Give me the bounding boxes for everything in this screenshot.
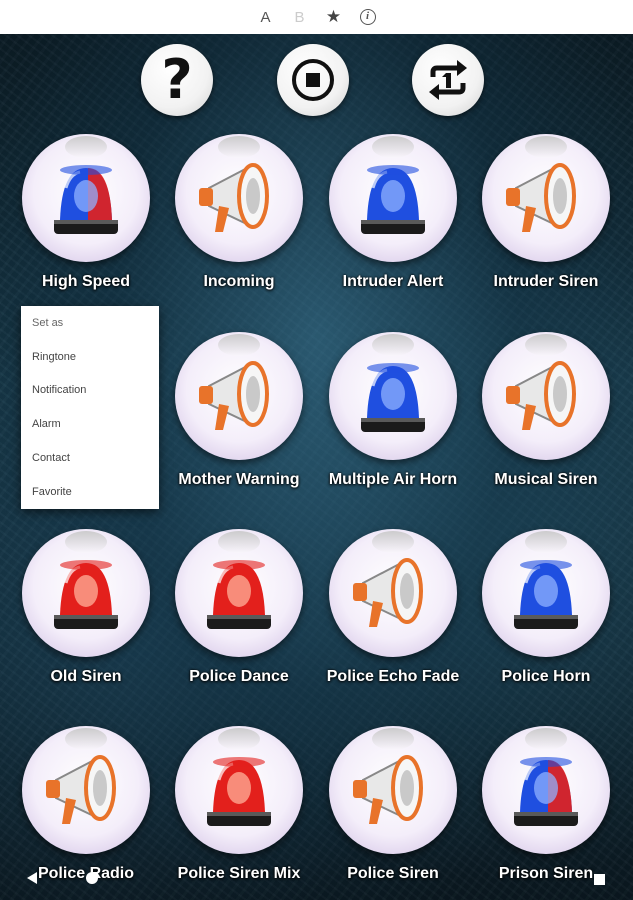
repeat-one-icon: [429, 60, 467, 100]
sound-play-button[interactable]: [175, 134, 303, 262]
sound-play-button[interactable]: [22, 726, 150, 854]
sound-label: Musical Siren: [494, 471, 598, 488]
sound-tile[interactable]: Police Dance: [164, 529, 314, 719]
sound-tile[interactable]: Police Siren Mix: [164, 726, 314, 900]
context-menu: Set as Ringtone Notification Alarm Conta…: [21, 306, 159, 509]
menu-item-contact[interactable]: Contact: [21, 441, 159, 475]
sound-play-button[interactable]: [329, 726, 457, 854]
sound-tile[interactable]: Intruder Siren: [471, 134, 621, 324]
sound-play-button[interactable]: [482, 332, 610, 460]
sound-label: Prison Siren: [498, 865, 594, 882]
font-b-button[interactable]: B: [292, 9, 308, 26]
stop-button[interactable]: [277, 44, 349, 116]
sound-label: Multiple Air Horn: [328, 471, 458, 488]
sound-play-button[interactable]: [329, 134, 457, 262]
sound-play-button[interactable]: [329, 529, 457, 657]
sound-play-button[interactable]: [482, 726, 610, 854]
font-a-button[interactable]: A: [258, 9, 274, 26]
menu-item-favorite[interactable]: Favorite: [21, 475, 159, 509]
sound-tile[interactable]: Police Horn: [471, 529, 621, 719]
sound-label: High Speed: [41, 273, 130, 290]
sound-tile[interactable]: Police Siren: [318, 726, 468, 900]
sound-tile[interactable]: High Speed: [11, 134, 161, 324]
menu-item-ringtone[interactable]: Ringtone: [21, 340, 159, 374]
sound-label: Police Echo Fade: [326, 668, 460, 685]
sound-tile[interactable]: Mother Warning: [164, 332, 314, 522]
sound-tile[interactable]: Police Echo Fade: [318, 529, 468, 719]
sound-play-button[interactable]: [175, 529, 303, 657]
sound-tile[interactable]: Multiple Air Horn: [318, 332, 468, 522]
recent-apps-icon[interactable]: [594, 874, 605, 885]
sound-label: Old Siren: [50, 668, 122, 685]
menu-item-alarm[interactable]: Alarm: [21, 407, 159, 441]
sound-play-button[interactable]: [22, 529, 150, 657]
sound-tile[interactable]: Incoming: [164, 134, 314, 324]
stop-icon: [292, 59, 334, 101]
menu-item-notification[interactable]: Notification: [21, 374, 159, 408]
sound-label: Police Horn: [501, 668, 591, 685]
sound-play-button[interactable]: [482, 134, 610, 262]
sound-play-button[interactable]: [175, 332, 303, 460]
sound-label: Police Siren: [347, 865, 439, 882]
help-button[interactable]: ?: [141, 44, 213, 116]
sound-label: Mother Warning: [178, 471, 300, 488]
question-mark-icon: ?: [161, 48, 193, 111]
sound-board: ? High Speed Incoming Intruder Alert Intrud…: [0, 34, 633, 900]
sound-tile[interactable]: Musical Siren: [471, 332, 621, 522]
info-icon[interactable]: i: [359, 9, 376, 25]
home-nav-icon[interactable]: [86, 872, 98, 884]
menu-header-set-as: Set as: [32, 316, 64, 329]
sound-label: Police Dance: [189, 668, 289, 685]
sound-play-button[interactable]: [482, 529, 610, 657]
repeat-button[interactable]: [412, 44, 484, 116]
back-nav-icon[interactable]: [27, 872, 37, 884]
sound-play-button[interactable]: [175, 726, 303, 854]
sound-label: Intruder Alert: [342, 273, 444, 290]
sound-label: Incoming: [203, 273, 275, 290]
sound-tile[interactable]: Old Siren: [11, 529, 161, 719]
sound-label: Intruder Siren: [493, 273, 599, 290]
star-icon[interactable]: ★: [326, 7, 342, 27]
sound-play-button[interactable]: [329, 332, 457, 460]
sound-tile[interactable]: Intruder Alert: [318, 134, 468, 324]
sound-play-button[interactable]: [22, 134, 150, 262]
sound-label: Police Siren Mix: [177, 865, 301, 882]
top-toolbar: A B ★ i: [0, 0, 633, 34]
